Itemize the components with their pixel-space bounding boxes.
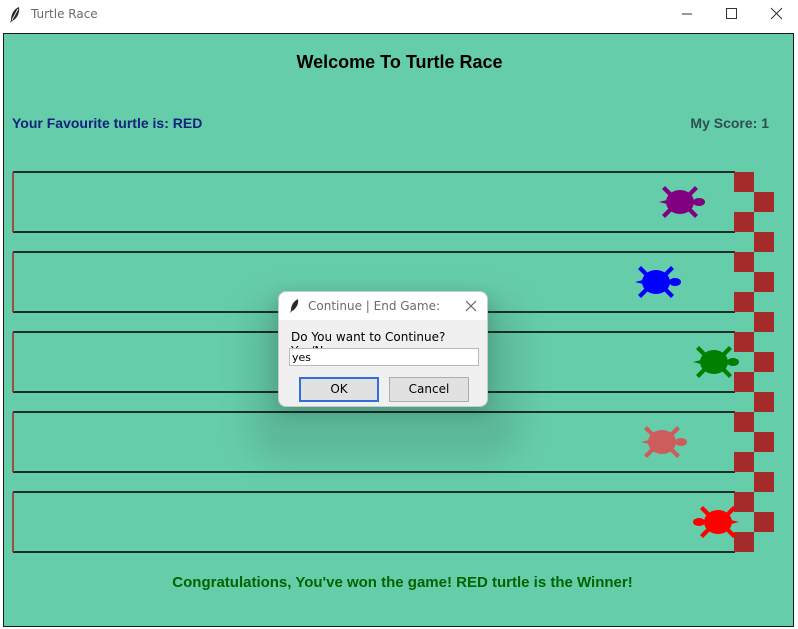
maximize-button[interactable]	[709, 0, 755, 30]
finish-line-square	[754, 352, 774, 372]
finish-line-square	[754, 312, 774, 332]
finish-line-square	[734, 332, 754, 352]
feather-icon	[10, 7, 20, 23]
race-heading: Welcome To Turtle Race	[296, 52, 503, 72]
finish-line-square	[734, 212, 754, 232]
app-window: Turtle Race Welcome To Turtle Race Your …	[0, 0, 798, 629]
finish-line-square	[734, 492, 754, 512]
finish-line-square	[734, 172, 754, 192]
dialog-title: Continue | End Game:	[308, 299, 441, 313]
finish-line-square	[754, 192, 774, 212]
finish-line-square	[734, 372, 754, 392]
answer-input[interactable]	[289, 348, 479, 366]
finish-line-square	[734, 412, 754, 432]
finish-line-square	[734, 252, 754, 272]
turtle-3-icon	[693, 346, 739, 378]
turtle-4-icon	[641, 426, 687, 458]
title-bar: Turtle Race	[0, 0, 798, 30]
turtle-5-icon	[693, 506, 739, 538]
finish-line-square	[754, 392, 774, 412]
finish-line-square	[754, 272, 774, 292]
dialog-title-bar: Continue | End Game:	[279, 292, 487, 320]
close-button[interactable]	[754, 0, 798, 30]
cancel-button[interactable]: Cancel	[389, 377, 469, 402]
winner-message: Congratulations, You've won the game! RE…	[172, 574, 633, 591]
turtle-2-icon	[635, 266, 681, 298]
finish-line-square	[734, 452, 754, 472]
dialog-close-icon[interactable]	[463, 298, 479, 314]
turtle-1-icon	[659, 186, 705, 218]
lane-border	[13, 491, 735, 553]
maximize-icon	[726, 8, 737, 19]
minimize-button[interactable]	[664, 0, 710, 30]
finish-line-square	[734, 292, 754, 312]
ok-button[interactable]: OK	[299, 377, 379, 402]
finish-line-square	[734, 532, 754, 552]
favourite-turtle-label: Your Favourite turtle is: RED	[12, 115, 203, 131]
score-label: My Score: 1	[690, 115, 769, 131]
continue-dialog: Continue | End Game: Do You want to Cont…	[278, 291, 488, 407]
feather-icon	[290, 299, 299, 313]
finish-line-square	[754, 432, 774, 452]
close-icon	[770, 7, 783, 20]
finish-line-square	[754, 232, 774, 252]
minimize-icon	[682, 13, 692, 15]
lane-border	[13, 171, 735, 233]
finish-line-square	[754, 472, 774, 492]
window-title: Turtle Race	[31, 7, 98, 21]
finish-line-square	[754, 512, 774, 532]
